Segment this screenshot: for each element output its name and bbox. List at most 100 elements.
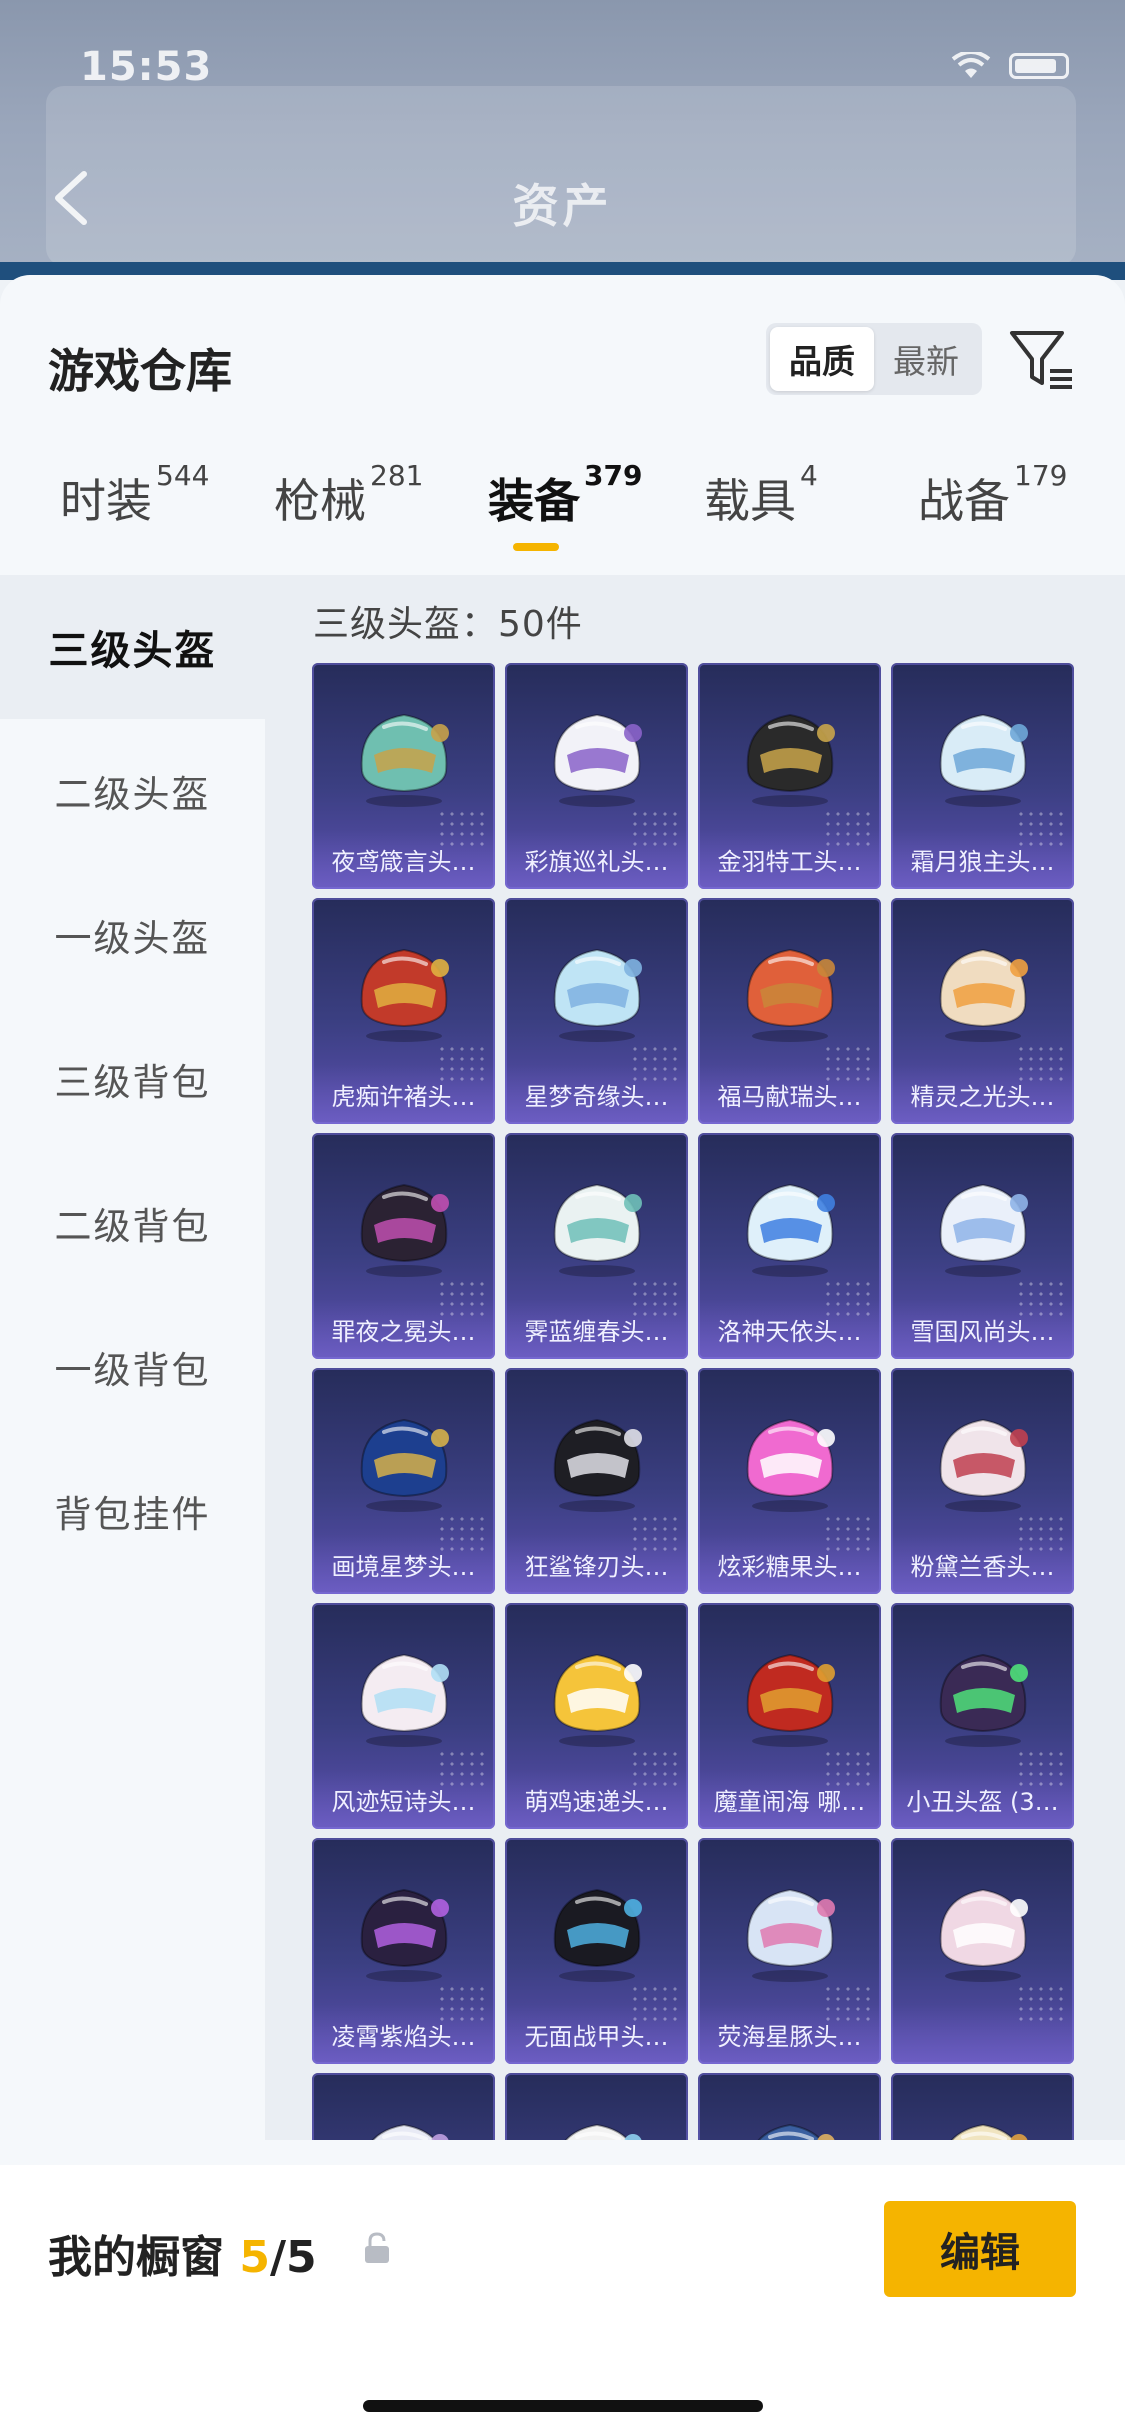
helmet-icon	[553, 1183, 642, 1277]
item-content: 三级头盔：50件 夜鸢箴言头… 彩旗巡礼头… 金羽特工头… 霜月狼主头… 虎痴许褚头… 星…	[265, 575, 1125, 2140]
background-page-title: 资产	[512, 179, 613, 233]
item-name: 风迹短诗头…	[331, 1788, 476, 1816]
item-card[interactable]: 荧海星豚头…	[698, 1838, 881, 2064]
helmet-icon	[757, 2123, 835, 2140]
sort-quality-option[interactable]: 品质	[770, 327, 874, 391]
item-name: 霜月狼主头…	[910, 848, 1055, 876]
section-title: 三级头盔：50件	[313, 604, 583, 645]
tab-count: 379	[584, 459, 643, 492]
tab-label: 枪械	[274, 474, 366, 528]
item-card[interactable]: 炫彩糖果头…	[698, 1368, 881, 1594]
showcase-total: /5	[269, 2232, 317, 2283]
item-card[interactable]: 霜月狼主头…	[891, 663, 1074, 889]
helmet-icon	[746, 948, 835, 1042]
tab-label: 时装	[60, 474, 152, 528]
item-name: 魔童闹海 哪…	[713, 1788, 866, 1816]
category-tabs: 时装 544 枪械 281 装备 379 载具 4 战备 179	[0, 459, 1125, 565]
helmet-icon	[553, 713, 642, 807]
item-name: 萌鸡速递头…	[524, 1788, 669, 1816]
tab-count: 4	[800, 459, 818, 492]
showcase-bar: 我的橱窗 5/5 编辑	[0, 2165, 1125, 2436]
item-card[interactable]: 虎痴许褚头…	[312, 898, 495, 1124]
item-card[interactable]: 风迹短诗头…	[312, 1603, 495, 1829]
item-card[interactable]: 小丑头盔 (3…	[891, 1603, 1074, 1829]
status-icons	[951, 52, 1069, 80]
sidebar-item-backpack-pendant[interactable]: 背包挂件	[0, 1439, 265, 1583]
item-card[interactable]: 福马献瑞头…	[698, 898, 881, 1124]
item-card[interactable]: 罪夜之冕头…	[312, 1133, 495, 1359]
helmet-icon	[360, 713, 449, 807]
item-name: 精灵之光头…	[910, 1083, 1055, 1111]
helmet-icon	[746, 1653, 835, 1747]
item-name: 无面战甲头…	[524, 2023, 669, 2051]
sidebar-item-level1-backpack[interactable]: 一级背包	[0, 1295, 265, 1439]
helmet-icon	[553, 1653, 642, 1747]
item-card[interactable]	[505, 2073, 688, 2140]
showcase-count: 5	[239, 2232, 270, 2283]
item-card[interactable]: 洛神天依头…	[698, 1133, 881, 1359]
helmet-icon	[553, 1418, 642, 1512]
item-card[interactable]: 夜鸢箴言头…	[312, 663, 495, 889]
lock-icon	[365, 2232, 389, 2263]
item-card[interactable]: 雪国风尚头…	[891, 1133, 1074, 1359]
filter-icon[interactable]	[1006, 323, 1078, 395]
item-card[interactable]: 无面战甲头…	[505, 1838, 688, 2064]
helmet-icon	[950, 2123, 1028, 2140]
item-name: 粉黛兰香头…	[910, 1553, 1055, 1581]
background-header: 15:53 资产	[0, 0, 1125, 280]
item-card[interactable]: 彩旗巡礼头…	[505, 663, 688, 889]
helmet-icon	[360, 1183, 449, 1277]
tab-supplies[interactable]: 战备 179	[918, 459, 1067, 531]
item-card[interactable]	[698, 2073, 881, 2140]
helmet-icon	[564, 2123, 642, 2140]
item-name: 彩旗巡礼头…	[524, 848, 669, 876]
item-name: 小丑头盔 (3…	[906, 1788, 1059, 1816]
tab-firearms[interactable]: 枪械 281	[274, 459, 423, 531]
tab-equipment[interactable]: 装备 379	[488, 459, 642, 531]
panel-title: 游戏仓库	[48, 344, 232, 398]
item-card[interactable]: 粉黛兰香头…	[891, 1368, 1074, 1594]
item-name: 罪夜之冕头…	[331, 1318, 476, 1346]
item-card[interactable]: 画境星梦头…	[312, 1368, 495, 1594]
helmet-icon	[939, 713, 1028, 807]
item-name: 炫彩糖果头…	[717, 1553, 862, 1581]
item-name: 画境星梦头…	[331, 1553, 476, 1581]
sidebar-item-level1-helmet[interactable]: 一级头盔	[0, 863, 265, 1007]
helmet-icon	[360, 1418, 449, 1512]
item-card[interactable]	[312, 2073, 495, 2140]
helmet-icon	[746, 1183, 835, 1277]
item-card[interactable]: 星梦奇缘头…	[505, 898, 688, 1124]
item-card[interactable]: 萌鸡速递头…	[505, 1603, 688, 1829]
tab-label: 装备	[488, 474, 580, 528]
item-name: 荧海星豚头…	[717, 2023, 862, 2051]
showcase-title: 我的橱窗	[48, 2232, 224, 2283]
item-card[interactable]: 精灵之光头…	[891, 898, 1074, 1124]
tab-count: 179	[1014, 459, 1068, 492]
tab-vehicles[interactable]: 载具 4	[704, 459, 818, 531]
home-indicator	[363, 2400, 763, 2412]
item-card[interactable]: 金羽特工头…	[698, 663, 881, 889]
item-card[interactable]: 魔童闹海 哪…	[698, 1603, 881, 1829]
item-card[interactable]	[891, 1838, 1074, 2064]
subcategory-sidebar: 三级头盔 二级头盔 一级头盔 三级背包 二级背包 一级背包 背包挂件	[0, 575, 265, 2140]
edit-button[interactable]: 编辑	[884, 2201, 1076, 2297]
helmet-icon	[939, 1653, 1028, 1747]
item-card[interactable]: 霁蓝缠春头…	[505, 1133, 688, 1359]
battery-icon	[1009, 53, 1069, 79]
helmet-icon	[553, 1888, 642, 1982]
item-card[interactable]: 凌霄紫焰头…	[312, 1838, 495, 2064]
sort-toggle: 品质 最新	[766, 323, 982, 395]
item-card[interactable]: 狂鲨锋刃头…	[505, 1368, 688, 1594]
sidebar-item-level3-backpack[interactable]: 三级背包	[0, 1007, 265, 1151]
sort-newest-option[interactable]: 最新	[874, 327, 978, 391]
helmet-icon	[746, 1888, 835, 1982]
sidebar-item-level3-helmet[interactable]: 三级头盔	[0, 575, 265, 719]
tab-fashion[interactable]: 时装 544	[60, 459, 209, 531]
item-name: 洛神天依头…	[717, 1318, 862, 1346]
warehouse-sheet: 游戏仓库 品质 最新 时装 544 枪械 281 装备 379 载具 4 战备 179 三…	[0, 275, 1125, 2436]
item-card[interactable]	[891, 2073, 1074, 2140]
helmet-icon	[939, 1888, 1028, 1982]
sidebar-item-level2-backpack[interactable]: 二级背包	[0, 1151, 265, 1295]
item-name: 金羽特工头…	[717, 848, 862, 876]
sidebar-item-level2-helmet[interactable]: 二级头盔	[0, 719, 265, 863]
